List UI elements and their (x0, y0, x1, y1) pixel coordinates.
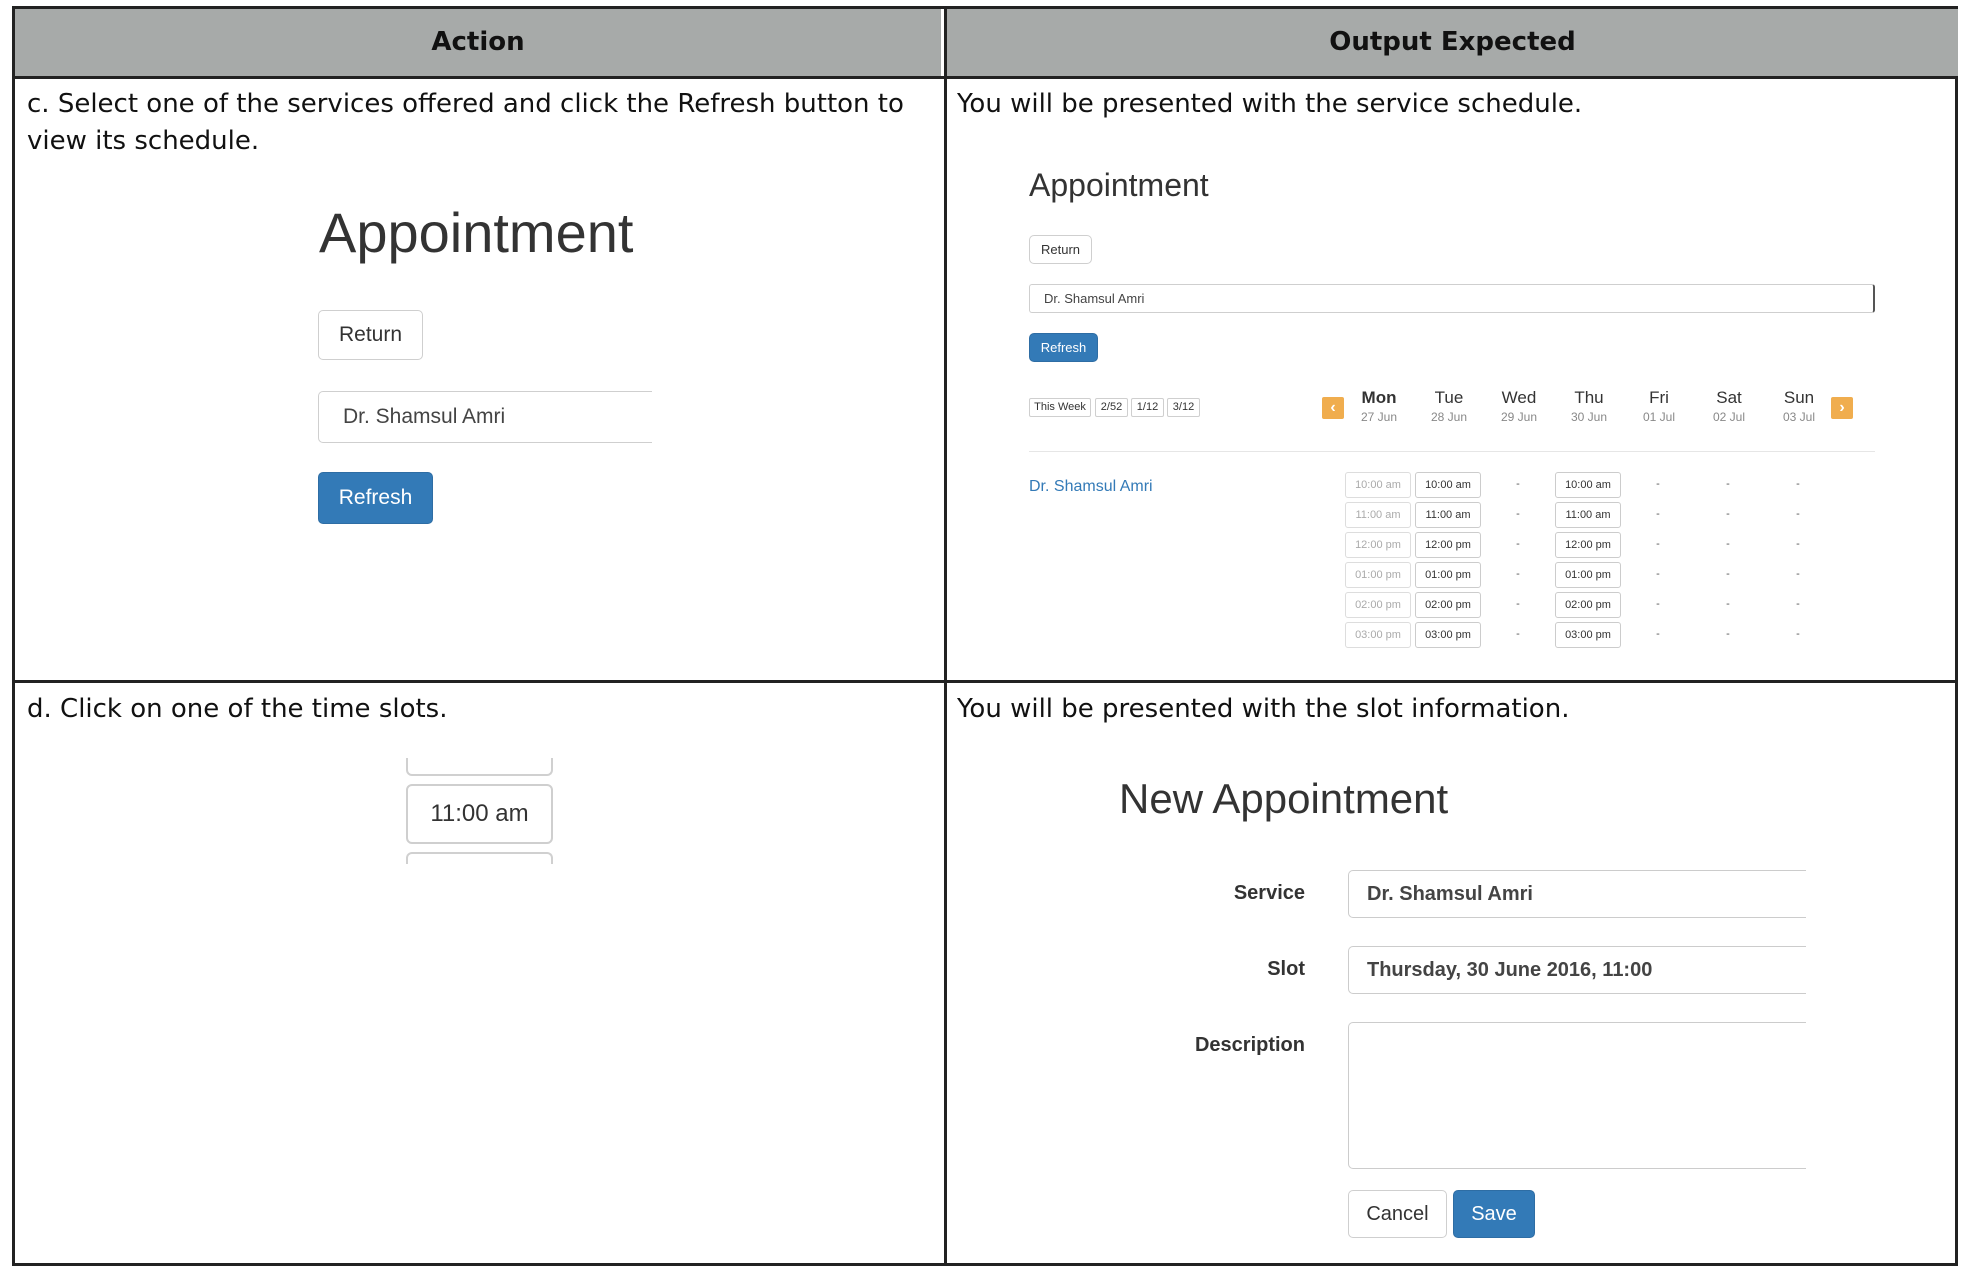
time-slot: 03:00 pm (1345, 622, 1411, 648)
slot-label: Slot (1267, 958, 1305, 980)
schedule-refresh-button[interactable]: Refresh (1029, 333, 1098, 362)
time-slot[interactable]: 03:00 pm (1415, 622, 1481, 648)
range-1-12-button[interactable]: 1/12 (1131, 398, 1164, 417)
cancel-button[interactable]: Cancel (1348, 1190, 1447, 1238)
slot-unavailable: - (1656, 628, 1660, 640)
chevron-left-icon[interactable]: ‹ (1322, 397, 1344, 419)
slot-unavailable: - (1796, 508, 1800, 520)
time-slot[interactable]: 11:00 am (1415, 502, 1481, 528)
output-d-text: You will be presented with the slot info… (957, 694, 1570, 724)
slot-below-edge (406, 852, 553, 864)
time-slot: 12:00 pm (1345, 532, 1411, 558)
row-divider (15, 680, 1955, 683)
slot-unavailable: - (1726, 508, 1730, 520)
slot-unavailable: - (1726, 568, 1730, 580)
form-title: New Appointment (1119, 775, 1449, 822)
time-slot-button[interactable]: 11:00 am (406, 784, 553, 844)
schedule-service-select[interactable]: Dr. Shamsul Amri (1029, 284, 1875, 313)
slot-unavailable: - (1796, 628, 1800, 640)
action-d-text: d. Click on one of the time slots. (27, 694, 448, 724)
time-slot: 10:00 am (1345, 472, 1411, 498)
slot-unavailable: - (1796, 568, 1800, 580)
range-3-12-button[interactable]: 3/12 (1167, 398, 1200, 417)
slot-unavailable: - (1656, 538, 1660, 550)
slot-unavailable: - (1796, 478, 1800, 490)
return-button[interactable]: Return (318, 310, 423, 360)
range-this-week-button[interactable]: This Week (1029, 398, 1091, 417)
time-slot: 02:00 pm (1345, 592, 1411, 618)
refresh-button[interactable]: Refresh (318, 472, 433, 524)
provider-link[interactable]: Dr. Shamsul Amri (1029, 478, 1153, 496)
slot-unavailable: - (1516, 478, 1520, 490)
slot-unavailable: - (1726, 598, 1730, 610)
time-slot[interactable]: 12:00 pm (1555, 532, 1621, 558)
slot-unavailable: - (1656, 568, 1660, 580)
page-title: Appointment (319, 201, 634, 264)
column-divider (944, 9, 947, 1263)
time-slot[interactable]: 02:00 pm (1415, 592, 1481, 618)
day-header-wed: Wed 29 Jun (1500, 388, 1538, 424)
slot-above-edge (406, 758, 553, 776)
day-header-fri: Fri 01 Jul (1642, 388, 1676, 424)
slot-unavailable: - (1726, 478, 1730, 490)
slot-unavailable: - (1796, 598, 1800, 610)
description-textarea[interactable] (1348, 1022, 1806, 1169)
schedule-return-button[interactable]: Return (1029, 235, 1092, 264)
day-header-sun: Sun 03 Jul (1782, 388, 1816, 424)
time-slot[interactable]: 03:00 pm (1555, 622, 1621, 648)
service-label: Service (1233, 882, 1305, 904)
schedule-divider (1029, 451, 1875, 452)
slot-unavailable: - (1516, 598, 1520, 610)
slot-unavailable: - (1656, 508, 1660, 520)
slot-field[interactable]: Thursday, 30 June 2016, 11:00 (1348, 946, 1806, 994)
day-header-tue: Tue 28 Jun (1430, 388, 1468, 424)
header-divider (15, 76, 1955, 79)
time-slot[interactable]: 02:00 pm (1555, 592, 1621, 618)
time-slot: 01:00 pm (1345, 562, 1411, 588)
time-slot[interactable]: 10:00 am (1555, 472, 1621, 498)
chevron-right-icon[interactable]: › (1831, 397, 1853, 419)
schedule-title: Appointment (1029, 167, 1209, 203)
time-slot: 11:00 am (1345, 502, 1411, 528)
time-slot[interactable]: 01:00 pm (1415, 562, 1481, 588)
output-c-text: You will be presented with the service s… (957, 89, 1583, 119)
slot-unavailable: - (1726, 538, 1730, 550)
slot-unavailable: - (1516, 508, 1520, 520)
column-header-output: Output Expected (1329, 27, 1576, 57)
day-header-mon: Mon 27 Jun (1360, 388, 1398, 424)
slot-unavailable: - (1656, 598, 1660, 610)
range-2-52-button[interactable]: 2/52 (1095, 398, 1128, 417)
slot-unavailable: - (1516, 538, 1520, 550)
time-slot[interactable]: 12:00 pm (1415, 532, 1481, 558)
service-field[interactable]: Dr. Shamsul Amri (1348, 870, 1806, 918)
action-c-text: c. Select one of the services offered an… (27, 89, 904, 156)
day-header-thu: Thu 30 Jun (1570, 388, 1608, 424)
day-header-sat: Sat 02 Jul (1712, 388, 1746, 424)
slot-unavailable: - (1726, 628, 1730, 640)
save-button[interactable]: Save (1453, 1190, 1535, 1238)
description-label: Description (1194, 1034, 1305, 1056)
slot-unavailable: - (1656, 478, 1660, 490)
time-slot[interactable]: 10:00 am (1415, 472, 1481, 498)
slot-unavailable: - (1516, 568, 1520, 580)
slot-unavailable: - (1516, 628, 1520, 640)
time-slot[interactable]: 01:00 pm (1555, 562, 1621, 588)
slot-unavailable: - (1796, 538, 1800, 550)
column-header-action: Action (431, 27, 525, 57)
service-select[interactable]: Dr. Shamsul Amri (318, 391, 652, 443)
time-slot[interactable]: 11:00 am (1555, 502, 1621, 528)
